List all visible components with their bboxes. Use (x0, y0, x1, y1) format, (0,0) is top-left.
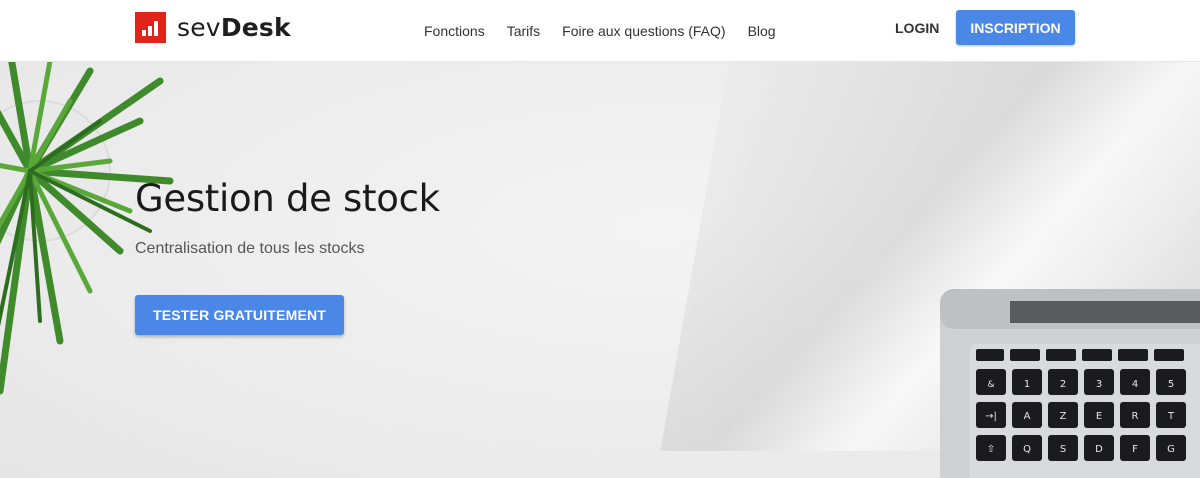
key-q: Q (1023, 444, 1031, 455)
free-trial-button[interactable]: TESTER GRATUITEMENT (135, 295, 344, 335)
nav-item-fonctions[interactable]: Fonctions (424, 23, 485, 39)
key-t: T (1167, 411, 1175, 422)
nav-item-tarifs[interactable]: Tarifs (507, 23, 540, 39)
key-g: G (1167, 444, 1175, 455)
key-f: F (1132, 444, 1138, 455)
logo-wordmark: sevDesk (177, 13, 291, 42)
key-e: E (1096, 411, 1102, 422)
key-a: A (1024, 411, 1031, 422)
nav-item-faq[interactable]: Foire aux questions (FAQ) (562, 23, 725, 39)
key-2: 2 (1060, 379, 1066, 390)
svg-text:⇧: ⇧ (987, 444, 995, 455)
login-link[interactable]: LOGIN (895, 20, 939, 36)
svg-text:→|: →| (985, 411, 997, 422)
hero-title: Gestion de stock (135, 177, 440, 220)
key-z: Z (1060, 411, 1067, 422)
laptop-image: & 1 2 3 4 5 →| A Z E R T ⇧ Q S D F G (940, 289, 1200, 478)
nav-item-blog[interactable]: Blog (748, 23, 776, 39)
key-3: 3 (1096, 379, 1102, 390)
hero-subtitle: Centralisation de tous les stocks (135, 240, 365, 257)
svg-text:&: & (987, 380, 994, 390)
site-header: sevDesk Fonctions Tarifs Foire aux quest… (0, 0, 1200, 62)
hero-section: & 1 2 3 4 5 →| A Z E R T ⇧ Q S D F G Ges… (0, 61, 1200, 478)
key-d: D (1095, 444, 1103, 455)
key-1: 1 (1024, 379, 1030, 390)
key-5: 5 (1168, 379, 1174, 390)
key-r: R (1132, 411, 1139, 422)
logo-bars-icon (135, 12, 166, 43)
logo-text-regular: sev (177, 13, 221, 42)
main-nav: Fonctions Tarifs Foire aux questions (FA… (424, 0, 798, 61)
logo-text-bold: Desk (220, 13, 291, 42)
key-4: 4 (1132, 379, 1138, 390)
sevdesk-logo[interactable]: sevDesk (135, 12, 291, 43)
key-s: S (1060, 444, 1066, 455)
signup-button[interactable]: INSCRIPTION (956, 10, 1075, 45)
